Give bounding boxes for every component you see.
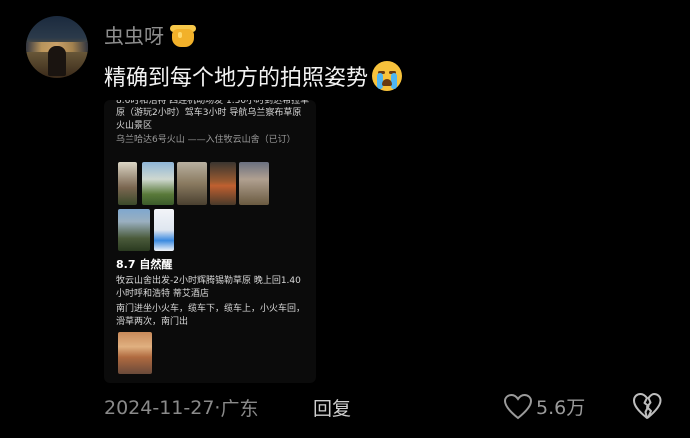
image-text-line-3: 火山景区 bbox=[116, 121, 153, 131]
photo-thumb-1 bbox=[118, 162, 137, 205]
heart-outline-icon bbox=[504, 393, 532, 419]
image-text-line-7: 南门进坐小火车，缆车下，缆车上，小火车回， bbox=[116, 304, 306, 314]
photo-thumb-2 bbox=[142, 162, 174, 205]
like-button[interactable]: 5.6万 bbox=[504, 393, 585, 420]
image-text-line-5: 牧云山舍出发-2小时辉腾锡勒草原 晚上回1.40 bbox=[116, 276, 301, 286]
user-avatar[interactable] bbox=[26, 16, 88, 78]
comment-date: 2024-11-27 bbox=[104, 396, 215, 419]
photo-thumb-8 bbox=[118, 332, 152, 374]
photo-thumb-7 bbox=[154, 209, 174, 251]
comment-text-row: 精确到每个地方的拍照姿势 bbox=[104, 60, 403, 92]
image-text-line-4: 乌兰哈达6号火山 ——入住牧云山舍（已订） bbox=[116, 135, 296, 145]
comment-username-row: 虫虫呀 bbox=[104, 20, 196, 49]
comment-image[interactable]: 8.6时和浩特 四连机动场发 1.30小时到达希拉草 原（游玩2小时）驾车3小时… bbox=[104, 100, 316, 383]
avatar-figure bbox=[48, 46, 66, 76]
photo-thumb-6 bbox=[118, 209, 150, 251]
comment-location: 广东 bbox=[220, 398, 259, 420]
photo-thumb-3 bbox=[177, 162, 207, 205]
photo-thumb-5 bbox=[239, 162, 269, 205]
honey-pot-icon bbox=[170, 23, 196, 47]
like-count: 5.6万 bbox=[536, 397, 586, 419]
comment-meta: 2024-11-27 · 广东 bbox=[104, 394, 258, 421]
image-day-heading: 8.7 自然醒 bbox=[116, 258, 173, 271]
reply-button[interactable]: 回复 bbox=[313, 394, 351, 421]
image-text-line-6: 小时呼和浩特 蒂艾酒店 bbox=[116, 289, 209, 299]
image-text-line-2: 原（游玩2小时）驾车3小时 导航乌兰察布草原 bbox=[116, 108, 302, 118]
photo-thumb-4 bbox=[210, 162, 236, 205]
comment-text: 精确到每个地方的拍照姿势 bbox=[104, 66, 369, 91]
broken-heart-icon[interactable] bbox=[632, 392, 662, 420]
image-text-line-8: 滑草两次，南门出 bbox=[116, 317, 189, 327]
crying-face-icon bbox=[372, 61, 403, 91]
username[interactable]: 虫虫呀 bbox=[104, 20, 164, 49]
